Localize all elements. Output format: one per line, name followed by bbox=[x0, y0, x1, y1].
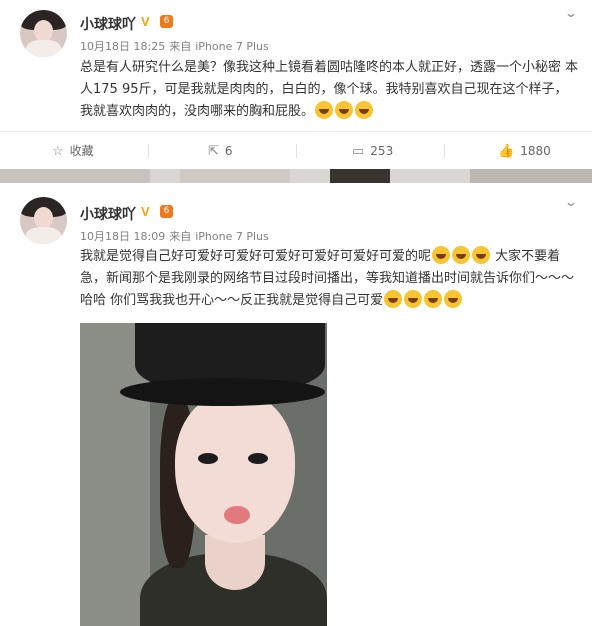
repost-count: 6 bbox=[224, 144, 233, 158]
chevron-down-icon[interactable]: ⌄ bbox=[564, 6, 578, 20]
action-bar: ☆ 收藏 ⇱ 6 ▭ 253 👍 1880 bbox=[0, 131, 592, 170]
avatar[interactable] bbox=[20, 10, 67, 57]
device-source[interactable]: iPhone 7 Plus bbox=[195, 230, 269, 243]
laughing-tears-emoji bbox=[452, 246, 471, 264]
verified-v-icon: V bbox=[141, 204, 150, 219]
device-source[interactable]: iPhone 7 Plus bbox=[195, 40, 269, 53]
post-text: 总是有人研究什么是美？像我这种上镜看着圆咕隆咚的本人就正好，透露一个小秘密 本人… bbox=[80, 57, 580, 123]
laughing-tears-emoji bbox=[444, 290, 463, 308]
laughing-tears-emoji bbox=[355, 101, 374, 119]
comment-button[interactable]: ▭ 253 bbox=[352, 132, 393, 170]
laughing-tears-emoji bbox=[315, 101, 334, 119]
star-icon: ☆ bbox=[52, 144, 64, 159]
laughing-tears-emoji bbox=[424, 290, 443, 308]
username[interactable]: 小球球吖 bbox=[80, 204, 136, 224]
chevron-down-icon[interactable]: ⌄ bbox=[564, 195, 578, 209]
like-count: 1880 bbox=[520, 144, 551, 158]
like-button[interactable]: 👍 1880 bbox=[498, 132, 551, 170]
source-prefix: 来自 bbox=[169, 230, 192, 243]
favorite-label: 收藏 bbox=[69, 144, 94, 158]
post-meta: 10月18日 18:25 来自 iPhone 7 Plus bbox=[80, 38, 269, 54]
photo-strip bbox=[0, 169, 592, 183]
comment-count: 253 bbox=[370, 144, 394, 158]
post-text: 我就是觉得自己好可爱好可爱好可爱好可爱好可爱好可爱的呢 大家不要着急，新闻那个是… bbox=[80, 246, 580, 312]
repost-icon: ⇱ bbox=[208, 144, 219, 159]
laughing-tears-emoji bbox=[404, 290, 423, 308]
repost-button[interactable]: ⇱ 6 bbox=[208, 132, 233, 170]
favorite-button[interactable]: ☆ 收藏 bbox=[52, 132, 94, 170]
avatar[interactable] bbox=[20, 197, 67, 244]
laughing-tears-emoji bbox=[335, 101, 354, 119]
source-prefix: 来自 bbox=[169, 40, 192, 53]
level-badge-icon: 6 bbox=[160, 205, 173, 218]
post-meta: 10月18日 18:09 来自 iPhone 7 Plus bbox=[80, 228, 269, 244]
laughing-tears-emoji bbox=[472, 246, 491, 264]
post-time[interactable]: 10月18日 18:25 bbox=[80, 40, 165, 53]
weibo-post: 小球球吖 V 6 ⌄ 10月18日 18:25 来自 iPhone 7 Plus 总… bbox=[0, 0, 592, 169]
laughing-tears-emoji bbox=[384, 290, 403, 308]
level-badge-icon: 6 bbox=[160, 15, 173, 28]
comment-icon: ▭ bbox=[352, 144, 365, 159]
thumbs-up-icon: 👍 bbox=[498, 144, 515, 159]
post-photo[interactable] bbox=[80, 323, 327, 626]
post-text-body-1: 我就是觉得自己好可爱好可爱好可爱好可爱好可爱好可爱的呢 bbox=[80, 249, 432, 264]
username[interactable]: 小球球吖 bbox=[80, 14, 136, 34]
laughing-tears-emoji bbox=[432, 246, 451, 264]
verified-v-icon: V bbox=[141, 14, 150, 29]
post-time[interactable]: 10月18日 18:09 bbox=[80, 230, 165, 243]
weibo-post: 小球球吖 V 6 ⌄ 10月18日 18:09 来自 iPhone 7 Plus 我… bbox=[0, 183, 592, 626]
